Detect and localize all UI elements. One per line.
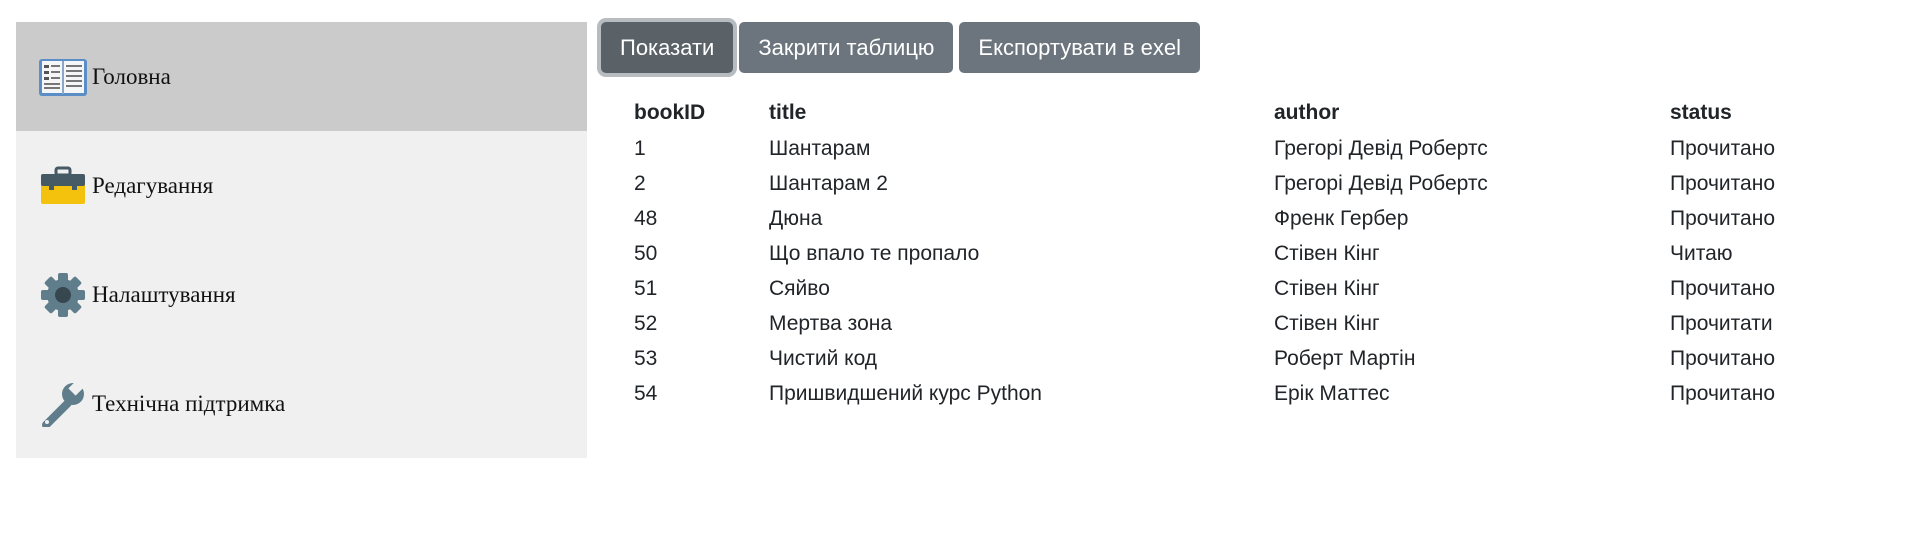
table-cell: 1 xyxy=(634,136,646,160)
toolbar: Показати Закрити таблицю Експортувати в … xyxy=(601,22,1201,73)
table-cell: Прочитати xyxy=(1670,311,1773,335)
close-table-button[interactable]: Закрити таблицю xyxy=(739,22,954,73)
table-row: 51 Сяйво Стівен Кінг Прочитано xyxy=(634,271,1870,306)
table-cell: Пришвидшений курс Python xyxy=(769,381,1042,405)
show-button[interactable]: Показати xyxy=(601,22,734,73)
table-cell: Прочитано xyxy=(1670,346,1775,370)
table-row: 48 Дюна Френк Гербер Прочитано xyxy=(634,201,1870,236)
table-cell: 51 xyxy=(634,276,658,300)
table-cell: Прочитано xyxy=(1670,206,1775,230)
sidebar-item-edit[interactable]: Редагування xyxy=(16,131,587,240)
sidebar-item-home[interactable]: Головна xyxy=(16,22,587,131)
table-cell: Дюна xyxy=(769,206,823,230)
books-table: bookID title author status 1 Шантарам Гр… xyxy=(634,95,1870,411)
sidebar-item-settings[interactable]: Налаштування xyxy=(16,240,587,349)
sidebar-item-label: Налаштування xyxy=(92,281,236,307)
column-header: author xyxy=(1274,101,1340,124)
table-cell: Френк Гербер xyxy=(1274,206,1409,230)
column-header: title xyxy=(769,101,807,124)
book-icon xyxy=(38,52,88,102)
table-row: 50 Що впало те пропало Стівен Кінг Читаю xyxy=(634,236,1870,271)
table-row: 54 Пришвидшений курс Python Ерік Маттес … xyxy=(634,376,1870,411)
table-cell: Ерік Маттес xyxy=(1274,381,1390,405)
table-cell: Грегорі Девід Робертс xyxy=(1274,171,1488,195)
table-cell: Чистий код xyxy=(769,346,878,370)
table-cell: Мертва зона xyxy=(769,311,893,335)
table-cell: 52 xyxy=(634,311,658,335)
column-header: status xyxy=(1670,101,1732,124)
table-row: 2 Шантарам 2 Грегорі Девід Робертс Прочи… xyxy=(634,166,1870,201)
table-row: 1 Шантарам Грегорі Девід Робертс Прочита… xyxy=(634,131,1870,166)
table-cell: Шантарам 2 xyxy=(769,171,888,195)
table-cell: Що впало те пропало xyxy=(769,241,980,265)
table-cell: Прочитано xyxy=(1670,381,1775,405)
table-cell: Роберт Мартін xyxy=(1274,346,1416,370)
table-cell: Прочитано xyxy=(1670,136,1775,160)
column-header: bookID xyxy=(634,101,706,124)
gear-icon xyxy=(38,270,88,320)
table-cell: Шантарам xyxy=(769,136,871,160)
table-cell: Читаю xyxy=(1670,241,1733,265)
sidebar-item-label: Технічна підтримка xyxy=(92,390,286,416)
table-cell: Прочитано xyxy=(1670,276,1775,300)
export-excel-button[interactable]: Експортувати в exel xyxy=(959,22,1201,73)
table-header-row: bookID title author status xyxy=(634,95,1870,131)
sidebar-item-label: Редагування xyxy=(92,172,214,198)
sidebar: Головна Редагування Налаштування Технічн… xyxy=(16,22,587,458)
wrench-icon xyxy=(38,379,88,429)
table-cell: Стівен Кінг xyxy=(1274,241,1380,265)
table-cell: 48 xyxy=(634,206,658,230)
table-cell: 2 xyxy=(634,171,646,195)
table-cell: 50 xyxy=(634,241,658,265)
table-cell: Грегорі Девід Робертс xyxy=(1274,136,1488,160)
table-cell: 53 xyxy=(634,346,658,370)
toolbox-icon xyxy=(38,161,88,211)
sidebar-item-label: Головна xyxy=(92,63,171,89)
table-row: 52 Мертва зона Стівен Кінг Прочитати xyxy=(634,306,1870,341)
table-cell: Прочитано xyxy=(1670,171,1775,195)
table-cell: Стівен Кінг xyxy=(1274,276,1380,300)
sidebar-item-support[interactable]: Технічна підтримка xyxy=(16,349,587,458)
table-cell: Стівен Кінг xyxy=(1274,311,1380,335)
table-cell: 54 xyxy=(634,381,658,405)
table-row: 53 Чистий код Роберт Мартін Прочитано xyxy=(634,341,1870,376)
table-cell: Сяйво xyxy=(769,276,830,300)
